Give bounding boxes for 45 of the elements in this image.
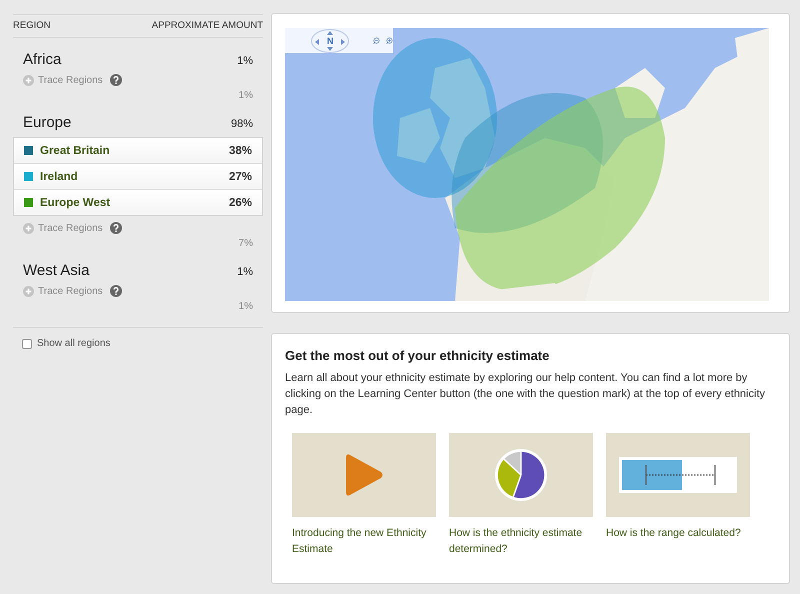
traced-amount: 1%	[238, 90, 253, 101]
subregion-name: Great Britain	[40, 144, 111, 156]
region-name: West Asia	[23, 262, 90, 279]
pie-chart-icon	[494, 448, 548, 502]
subregion-row[interactable]: Europe West 26%	[14, 190, 262, 215]
checkbox-label: Show all regions	[37, 338, 110, 349]
help-icon[interactable]	[110, 74, 122, 86]
pan-up-icon[interactable]	[327, 30, 333, 34]
subregion-name: Ireland	[40, 170, 79, 182]
plus-icon[interactable]	[23, 222, 34, 234]
help-text: Learn all about your ethnicity estimate by exploring our help content. You can find a lot more by clicking on the Learning Center button (the one with the question mark) at the top of every ethnicity page.	[285, 371, 766, 418]
subregion-amount: 27%	[228, 170, 252, 182]
pan-left-icon[interactable]	[315, 38, 319, 44]
compass-label: N	[327, 36, 334, 46]
region-name: Africa	[23, 51, 62, 68]
subregion-amount: 38%	[228, 144, 252, 156]
subregion-row[interactable]: Ireland 27%	[14, 164, 262, 190]
range-bar-icon	[619, 457, 737, 493]
video-caption[interactable]: Introducing the new Ethnicity Estimate	[292, 525, 436, 557]
column-header: APPROXIMATE AMOUNT	[152, 20, 263, 31]
compass[interactable]: N	[311, 28, 349, 52]
checkbox[interactable]	[22, 338, 32, 348]
traced-amount: 7%	[238, 238, 253, 249]
subregion-name: Europe West	[40, 196, 112, 208]
help-icon[interactable]	[110, 222, 122, 234]
region-amount: 98%	[230, 118, 253, 130]
pan-down-icon[interactable]	[327, 46, 333, 50]
play-icon	[344, 452, 384, 498]
video-thumbnail[interactable]	[292, 433, 436, 517]
video-caption[interactable]: How is the ethnicity estimate determined?	[449, 525, 593, 557]
plus-icon[interactable]	[23, 286, 34, 296]
video-thumbnail[interactable]	[606, 433, 750, 517]
traced-amount: 1%	[238, 301, 253, 312]
column-header: REGION	[13, 20, 50, 31]
video-thumbnail[interactable]	[449, 433, 593, 517]
subregion-amount: 26%	[228, 196, 252, 208]
region-amount: 1%	[237, 55, 253, 67]
pan-right-icon[interactable]	[341, 38, 345, 44]
region-amount: 1%	[237, 266, 253, 278]
video-caption[interactable]: How is the range calculated?	[606, 525, 750, 541]
region-name: Europe	[23, 114, 72, 131]
plus-icon[interactable]	[23, 74, 34, 86]
help-title: Get the most out of your ethnicity estimate	[285, 348, 550, 363]
help-icon[interactable]	[110, 285, 122, 297]
subregion-row[interactable]: Great Britain 38%	[14, 138, 262, 164]
